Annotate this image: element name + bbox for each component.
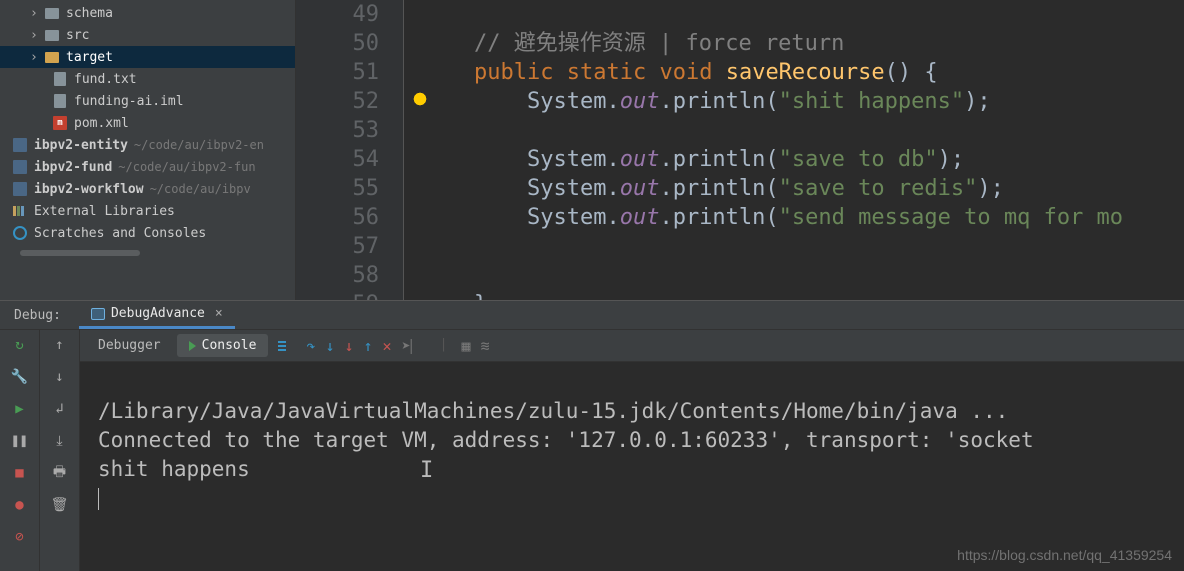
scratches-icon [12, 226, 28, 240]
close-icon[interactable]: × [215, 306, 223, 321]
tree-path: ~/code/au/ibpv2-en [134, 138, 264, 152]
line-number: 57 [296, 232, 379, 261]
line-number: 52 [296, 87, 379, 116]
tree-row-scratches[interactable]: Scratches and Consoles [0, 222, 295, 244]
tree-label: External Libraries [34, 204, 175, 219]
code-area[interactable]: // 避免操作资源 | force return public static v… [404, 0, 1184, 300]
debug-header: Debug: DebugAdvance × [0, 301, 1184, 330]
file-icon [52, 72, 68, 86]
debug-config-label: DebugAdvance [111, 306, 205, 321]
force-step-into-icon[interactable]: ↓ [344, 337, 353, 355]
code-comment: // 避免操作资源 | force return [474, 31, 844, 56]
trash-icon[interactable]: 🗑 [49, 494, 71, 516]
resume-icon[interactable]: ▶ [9, 398, 31, 420]
line-number: 53 [296, 116, 379, 145]
debug-config-tab[interactable]: DebugAdvance × [79, 301, 235, 329]
line-number: 54 [296, 145, 379, 174]
evaluate-icon[interactable]: ▦ [461, 337, 470, 355]
mute-breakpoints-icon[interactable]: ⊘ [9, 526, 31, 548]
tree-label: Scratches and Consoles [34, 226, 206, 241]
tree-row-src[interactable]: › src [0, 24, 295, 46]
console-line: shit happens [98, 457, 250, 481]
console-tab[interactable]: Console [177, 334, 269, 357]
debug-sub-tabs: Debugger Console ↷ ↓ ↓ ↑ ✕ ➤⎸ | ▦ ≋ [80, 330, 1184, 362]
debug-panel: Debug: DebugAdvance × ↻ 🔧 ▶ ❚❚ ■ ● ⊘ ↑ ↓… [0, 300, 1184, 571]
step-over-icon[interactable]: ↷ [306, 337, 315, 355]
soft-wrap-icon[interactable]: ↲ [49, 398, 71, 420]
line-number: 51 [296, 58, 379, 87]
intention-bulb-icon[interactable] [412, 91, 428, 107]
folder-icon [44, 8, 60, 19]
maven-icon: m [52, 116, 68, 130]
tree-row-target[interactable]: › target [0, 46, 295, 68]
text-cursor-icon: I [420, 456, 433, 485]
run-config-icon [91, 308, 105, 320]
folder-icon [44, 30, 60, 41]
step-out-icon[interactable]: ↑ [364, 337, 373, 355]
text-caret [98, 488, 99, 510]
line-number: 49 [296, 0, 379, 29]
tree-label: ibpv2-workflow [34, 182, 144, 197]
pause-icon[interactable]: ❚❚ [9, 430, 31, 452]
chevron-right-icon: › [30, 28, 40, 43]
run-to-cursor-icon[interactable]: ➤⎸ [402, 337, 426, 355]
console-toolbar: ↑ ↓ ↲ ⤓ 🖶 🗑 [40, 330, 80, 571]
tree-label: ibpv2-fund [34, 160, 112, 175]
line-number: 56 [296, 203, 379, 232]
chevron-right-icon: › [30, 6, 40, 21]
threads-icon[interactable] [278, 341, 286, 351]
play-icon [189, 341, 196, 351]
line-number: 58 [296, 261, 379, 290]
print-icon[interactable]: 🖶 [49, 462, 71, 484]
step-toolbar: ↷ ↓ ↓ ↑ ✕ ➤⎸ | ▦ ≋ [306, 337, 489, 355]
tree-row-fundtxt[interactable]: fund.txt [0, 68, 295, 90]
sidebar-scrollbar[interactable] [8, 250, 287, 258]
tree-row-fund[interactable]: ibpv2-fund ~/code/au/ibpv2-fun [0, 156, 295, 178]
stop-icon[interactable]: ■ [9, 462, 31, 484]
console-output[interactable]: /Library/Java/JavaVirtualMachines/zulu-1… [80, 362, 1184, 571]
tree-label: schema [66, 6, 113, 21]
tree-label: funding-ai.iml [74, 94, 184, 109]
module-icon [12, 138, 28, 152]
debug-title: Debug: [14, 308, 61, 323]
editor-gutter[interactable]: 49 50 51 52 53 54 55 56 57 58 59 [296, 0, 404, 300]
breakpoints-icon[interactable]: ● [9, 494, 31, 516]
tree-label: fund.txt [74, 72, 137, 87]
rerun-icon[interactable]: ↻ [9, 334, 31, 356]
down-arrow-icon[interactable]: ↓ [49, 366, 71, 388]
trace-icon[interactable]: ≋ [480, 337, 489, 355]
watermark-text: https://blog.csdn.net/qq_41359254 [957, 547, 1172, 563]
console-line: /Library/Java/JavaVirtualMachines/zulu-1… [98, 399, 1008, 423]
drop-frame-icon[interactable]: ✕ [383, 337, 392, 355]
tree-row-libraries[interactable]: External Libraries [0, 200, 295, 222]
wrench-icon[interactable]: 🔧 [9, 366, 31, 388]
step-into-icon[interactable]: ↓ [325, 337, 334, 355]
folder-icon [44, 52, 60, 63]
tree-path: ~/code/au/ibpv [150, 182, 251, 196]
tree-row-pom[interactable]: m pom.xml [0, 112, 295, 134]
tree-path: ~/code/au/ibpv2-fun [118, 160, 255, 174]
project-sidebar[interactable]: › schema › src › target fund.txt funding… [0, 0, 296, 300]
chevron-right-icon: › [30, 50, 40, 65]
scroll-to-end-icon[interactable]: ⤓ [49, 430, 71, 452]
tree-label: ibpv2-entity [34, 138, 128, 153]
file-icon [52, 94, 68, 108]
tree-row-schema[interactable]: › schema [0, 2, 295, 24]
module-icon [12, 182, 28, 196]
tree-row-entity[interactable]: ibpv2-entity ~/code/au/ibpv2-en [0, 134, 295, 156]
code-editor[interactable]: 49 50 51 52 53 54 55 56 57 58 59 // 避免操作… [296, 0, 1184, 300]
line-number: 55 [296, 174, 379, 203]
tree-label: pom.xml [74, 116, 129, 131]
tree-label: src [66, 28, 89, 43]
module-icon [12, 160, 28, 174]
tree-label: target [66, 50, 113, 65]
line-number: 50 [296, 29, 379, 58]
libraries-icon [12, 206, 28, 216]
up-arrow-icon[interactable]: ↑ [49, 334, 71, 356]
debugger-tab[interactable]: Debugger [86, 334, 173, 357]
tree-row-workflow[interactable]: ibpv2-workflow ~/code/au/ibpv [0, 178, 295, 200]
debug-toolbar: ↻ 🔧 ▶ ❚❚ ■ ● ⊘ [0, 330, 40, 571]
tree-row-iml[interactable]: funding-ai.iml [0, 90, 295, 112]
console-line: Connected to the target VM, address: '12… [98, 428, 1034, 452]
